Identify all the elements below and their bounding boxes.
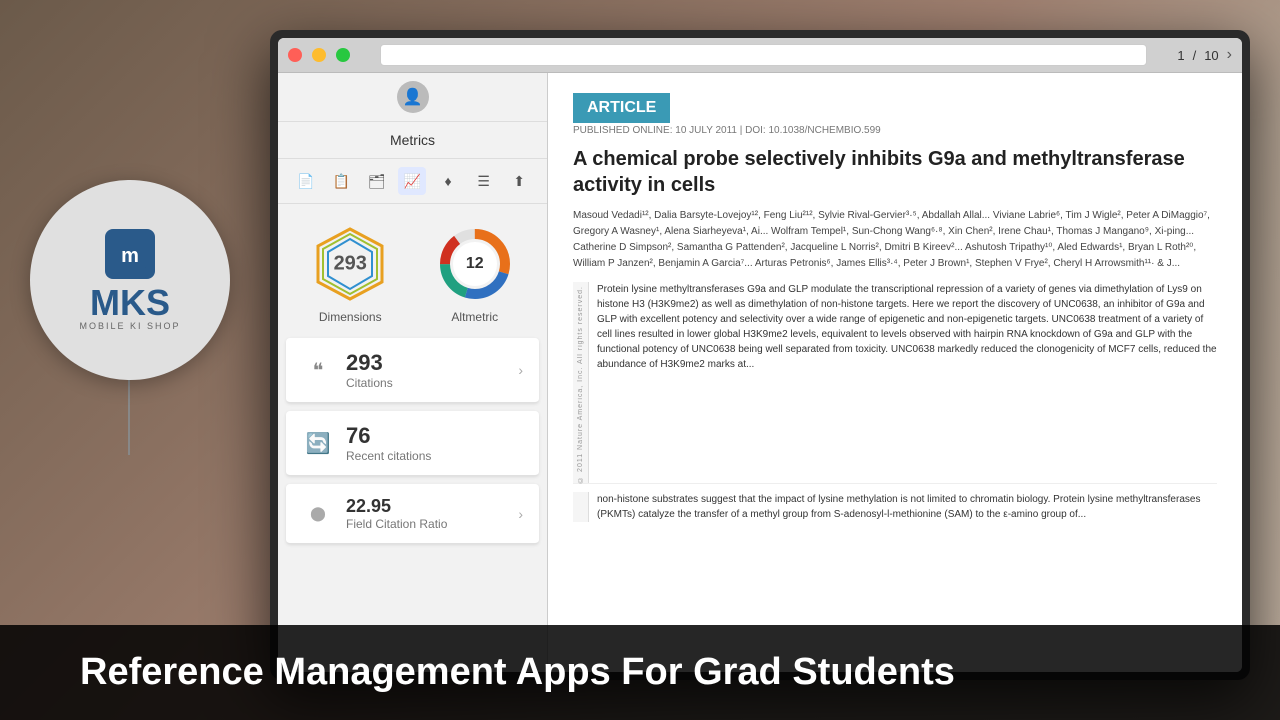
- citations-icon: ❝: [302, 354, 334, 386]
- nav-next-arrow[interactable]: ›: [1227, 46, 1232, 64]
- minimize-button[interactable]: [312, 48, 326, 62]
- article-authors: Masoud Vedadi¹², Dalia Barsyte-Lovejoy¹²…: [573, 208, 1217, 272]
- bottom-banner: Reference Management Apps For Grad Stude…: [0, 625, 1280, 720]
- abstract-section: © 2011 Nature America, Inc. All rights r…: [573, 282, 1217, 483]
- dimensions-chart: 293 Dimensions: [310, 224, 390, 324]
- citations-number: 293: [346, 350, 506, 376]
- charts-area: 293 Dimensions: [278, 204, 547, 334]
- citations-label: Citations: [346, 376, 506, 390]
- rights-text: © 2011 Nature America, Inc. All rights r…: [577, 286, 584, 483]
- close-button[interactable]: [288, 48, 302, 62]
- toolbar-copy-icon[interactable]: 📋: [327, 167, 355, 195]
- citations-arrow: ›: [518, 362, 523, 378]
- metrics-title: Metrics: [278, 122, 547, 159]
- article-doi: PUBLISHED ONLINE: 10 JULY 2011 | DOI: 10…: [573, 125, 1217, 136]
- cable-decoration: [128, 375, 130, 455]
- mks-icon: m: [105, 229, 155, 279]
- mks-brand-text: MKS: [90, 285, 170, 321]
- altmetric-chart: 12 Altmetric: [435, 224, 515, 324]
- rights-bar-2: [573, 492, 589, 522]
- article-content: ARTICLE PUBLISHED ONLINE: 10 JULY 2011 |…: [548, 73, 1242, 672]
- laptop-screen: 1 / 10 › 👤 Metrics 📄 📋 🗂 📈: [278, 38, 1242, 672]
- laptop-frame: 1 / 10 › 👤 Metrics 📄 📋 🗂 📈: [270, 30, 1250, 680]
- nav-current: 1: [1177, 48, 1184, 63]
- article-badge: ARTICLE: [573, 93, 670, 123]
- toolbar-upload-icon[interactable]: ⬆: [505, 167, 533, 195]
- toolbar-chart-icon[interactable]: 📈: [398, 167, 426, 195]
- second-abstract-wrapper: non-histone substrates suggest that the …: [589, 492, 1217, 522]
- citations-content: 293 Citations: [346, 350, 506, 390]
- dimensions-label: Dimensions: [319, 310, 382, 324]
- recent-citations-number: 76: [346, 423, 523, 449]
- nav-counter: 1 / 10 ›: [1177, 46, 1232, 64]
- recent-citations-row[interactable]: 🔄 76 Recent citations: [286, 411, 539, 476]
- altmetric-label: Altmetric: [451, 310, 498, 324]
- recent-citations-icon: 🔄: [302, 427, 334, 459]
- hexagon-container: 293: [310, 224, 390, 304]
- user-avatar: 👤: [397, 81, 429, 113]
- toolbar-list-icon[interactable]: ☰: [470, 167, 498, 195]
- citations-row[interactable]: ❝ 293 Citations ›: [286, 338, 539, 403]
- field-citation-number: 22.95: [346, 496, 506, 517]
- top-bar: 1 / 10 ›: [278, 38, 1242, 73]
- mks-icon-svg: m: [112, 236, 148, 272]
- abstract-text-wrapper: Protein lysine methyltransferases G9a an…: [589, 282, 1217, 483]
- abstract-text: Protein lysine methyltransferases G9a an…: [597, 282, 1217, 372]
- recent-citations-content: 76 Recent citations: [346, 423, 523, 463]
- donut-container: 12: [435, 224, 515, 304]
- metrics-toolbar: 📄 📋 🗂 📈 ♦ ☰ ⬆: [278, 159, 547, 204]
- second-abstract-text: non-histone substrates suggest that the …: [597, 492, 1217, 522]
- nav-separator: /: [1193, 48, 1197, 63]
- field-citation-icon: ⬤: [302, 498, 334, 530]
- maximize-button[interactable]: [336, 48, 350, 62]
- field-citation-content: 22.95 Field Citation Ratio: [346, 496, 506, 531]
- article-title: A chemical probe selectively inhibits G9…: [573, 146, 1217, 198]
- toolbar-doc-icon[interactable]: 📄: [292, 167, 320, 195]
- main-content: 👤 Metrics 📄 📋 🗂 📈 ♦ ☰ ⬆: [278, 73, 1242, 672]
- recent-citations-label: Recent citations: [346, 449, 523, 463]
- svg-text:m: m: [121, 245, 139, 267]
- nav-total: 10: [1204, 48, 1218, 63]
- mks-logo: m MKS MOBILE KI SHOP: [30, 180, 230, 380]
- banner-text: Reference Management Apps For Grad Stude…: [80, 651, 955, 694]
- field-citation-label: Field Citation Ratio: [346, 517, 506, 531]
- dimensions-value: 293: [334, 253, 367, 276]
- altmetric-value: 12: [466, 255, 484, 273]
- toolbar-layers-icon[interactable]: 🗂: [363, 167, 391, 195]
- mks-subtitle-text: MOBILE KI SHOP: [79, 321, 180, 331]
- toolbar-diamond-icon[interactable]: ♦: [434, 167, 462, 195]
- rights-bar: © 2011 Nature America, Inc. All rights r…: [573, 282, 589, 483]
- second-abstract-section: non-histone substrates suggest that the …: [573, 483, 1217, 522]
- metrics-panel: 👤 Metrics 📄 📋 🗂 📈 ♦ ☰ ⬆: [278, 73, 548, 672]
- article-panel: ARTICLE PUBLISHED ONLINE: 10 JULY 2011 |…: [548, 73, 1242, 672]
- address-bar[interactable]: [380, 44, 1147, 66]
- field-citation-arrow: ›: [518, 506, 523, 522]
- field-citation-ratio-row[interactable]: ⬤ 22.95 Field Citation Ratio ›: [286, 484, 539, 544]
